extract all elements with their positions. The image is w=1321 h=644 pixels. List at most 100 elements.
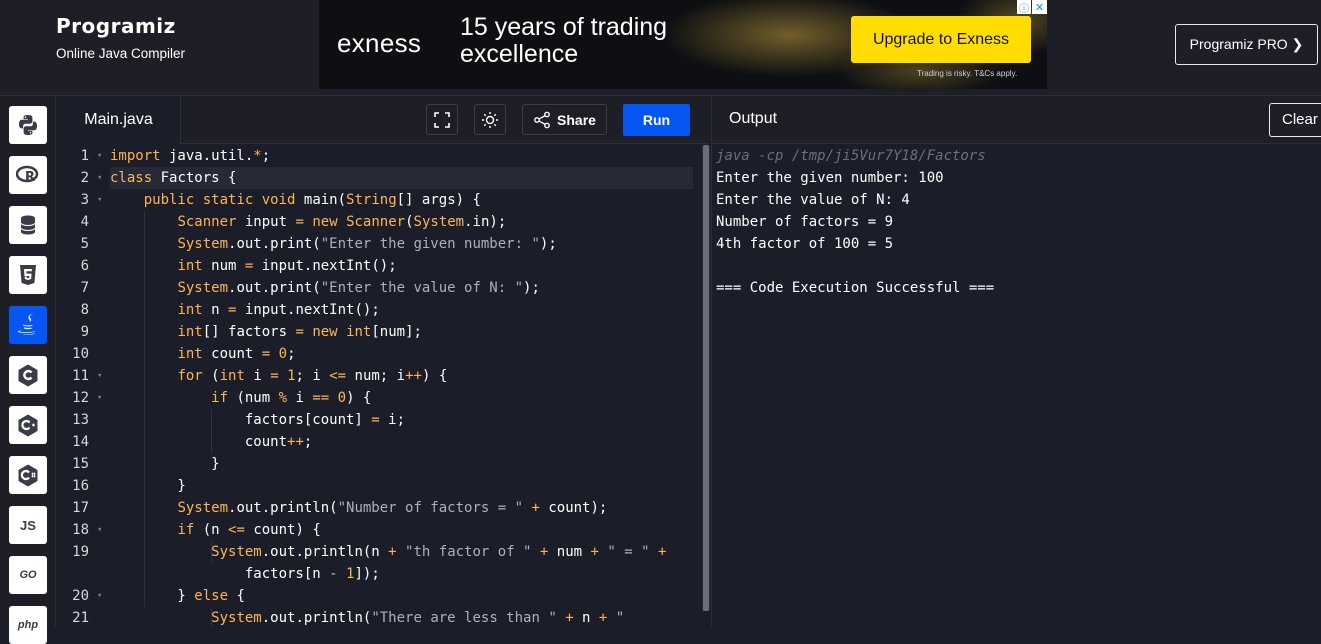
line-number: 15	[72, 456, 89, 472]
line-number: 9	[80, 324, 89, 340]
go-label: GO	[19, 569, 37, 581]
fold-arrow-icon[interactable]: ▾	[97, 189, 102, 211]
fold-arrow-icon[interactable]: ▾	[97, 585, 102, 607]
code-line: Scanner input = new Scanner(System.in);	[177, 214, 507, 230]
share-label: Share	[557, 111, 596, 128]
code-line: System.out.print("Enter the value of N: …	[177, 280, 540, 296]
database-icon[interactable]	[9, 206, 47, 244]
line-number: 18	[72, 522, 89, 538]
code-line: int num = input.nextInt();	[177, 258, 397, 274]
run-button[interactable]: Run	[623, 104, 690, 136]
output-command-line: java -cp /tmp/ji5Vur7Y18/Factors	[716, 148, 986, 164]
code-line: System.out.print("Enter the given number…	[177, 236, 557, 252]
theme-toggle-button[interactable]	[474, 104, 506, 135]
advertisement-banner[interactable]: exness 15 years of trading excellence Up…	[319, 0, 1047, 89]
code-line: import java.util.*;	[110, 148, 271, 164]
code-line: if (n <= count) {	[177, 522, 321, 538]
code-line: int count = 0;	[177, 346, 296, 362]
output-line: Enter the given number: 100	[716, 170, 944, 186]
code-area[interactable]: import java.util.*; class Factors { publ…	[110, 145, 694, 626]
c-icon[interactable]	[9, 356, 47, 394]
output-status-line: === Code Execution Successful ===	[716, 280, 995, 296]
line-number: 13	[72, 412, 89, 428]
line-number: 8	[80, 302, 89, 318]
ad-headline: 15 years of trading excellence	[460, 13, 668, 68]
fold-arrow-icon[interactable]: ▾	[97, 387, 102, 409]
line-number: 4	[80, 214, 89, 230]
share-button[interactable]: Share	[522, 104, 607, 135]
code-line: int[] factors = new int[num];	[177, 324, 422, 340]
line-number: 11	[72, 368, 89, 384]
code-editor[interactable]: 1 2 3 4 5 6 7 8 9 10 11 12 13 14 15 16 1…	[57, 145, 710, 626]
line-number-gutter: 1 2 3 4 5 6 7 8 9 10 11 12 13 14 15 16 1…	[57, 145, 107, 626]
line-number: 16	[72, 478, 89, 494]
code-line: int n = input.nextInt();	[177, 302, 380, 318]
go-icon[interactable]: GO	[9, 556, 47, 594]
fold-arrow-icon[interactable]: ▾	[97, 519, 102, 541]
line-number: 7	[80, 280, 89, 296]
php-icon[interactable]: php	[9, 606, 47, 644]
expand-icon	[434, 111, 450, 128]
java-icon[interactable]	[9, 306, 47, 344]
cpp-icon[interactable]	[9, 406, 47, 444]
code-line: System.out.println("Number of factors = …	[177, 500, 608, 516]
php-label: php	[17, 619, 39, 631]
page-subtitle: Online Java Compiler	[56, 46, 186, 61]
programiz-pro-button[interactable]: Programiz PRO ❯	[1175, 24, 1318, 65]
output-line: Enter the value of N: 4	[716, 192, 910, 208]
line-number: 2	[80, 170, 89, 186]
brand[interactable]: Programiz Online Java Compiler	[56, 14, 185, 61]
top-header: Programiz Online Java Compiler exness 15…	[0, 0, 1321, 96]
output-console[interactable]: java -cp /tmp/ji5Vur7Y18/Factors Enter t…	[711, 145, 1321, 626]
code-line: System.out.println("There are less than …	[211, 610, 625, 626]
line-number: 20	[72, 588, 89, 604]
line-number: 17	[72, 500, 89, 516]
js-icon[interactable]: JS	[9, 506, 47, 544]
js-label: JS	[20, 517, 36, 533]
code-line: factors[n - 1]);	[110, 566, 380, 582]
code-line: factors[count] = i;	[110, 412, 406, 428]
tab-main-java[interactable]: Main.java	[57, 96, 181, 144]
ad-disclaimer: Trading is risky. T&Cs apply.	[917, 69, 1018, 78]
code-line: if (num % i == 0) {	[211, 390, 372, 406]
code-line: System.out.println(n + "th factor of " +…	[211, 544, 667, 560]
output-line: 4th factor of 100 = 5	[716, 236, 894, 252]
editor-scrollbar[interactable]	[702, 145, 710, 611]
code-line: class Factors {	[110, 170, 237, 186]
line-number: 6	[80, 258, 89, 274]
sun-icon	[482, 111, 498, 128]
code-line: }	[110, 456, 220, 472]
ad-close-icon[interactable]: ✕	[1032, 0, 1047, 14]
editor-toolbar: Main.java Share Run	[57, 96, 710, 144]
output-line: Number of factors = 9	[716, 214, 894, 230]
line-number: 14	[72, 434, 89, 450]
line-number: 1	[80, 148, 89, 164]
output-title: Output	[729, 110, 778, 127]
fold-arrow-icon[interactable]: ▾	[97, 167, 102, 189]
line-number: 5	[80, 236, 89, 252]
code-line: }	[110, 478, 186, 494]
programiz-logo[interactable]: Programiz	[56, 14, 185, 38]
ad-logo[interactable]: exness	[337, 28, 421, 59]
python-icon[interactable]	[9, 106, 47, 144]
line-number: 10	[72, 346, 89, 362]
scrollbar-thumb[interactable]	[703, 145, 709, 611]
fullscreen-button[interactable]	[426, 104, 458, 135]
clear-button[interactable]: Clear	[1269, 103, 1321, 137]
share-icon	[534, 111, 550, 128]
line-number: 3	[80, 192, 89, 208]
code-line: } else {	[110, 588, 245, 604]
code-line: for (int i = 1; i <= num; i++) {	[177, 368, 448, 384]
line-number: 12	[72, 390, 89, 406]
r-icon[interactable]: R	[9, 156, 47, 194]
csharp-icon[interactable]	[9, 456, 47, 494]
output-toolbar: Output Clear	[711, 96, 1321, 144]
html5-icon[interactable]	[9, 256, 47, 294]
code-line: public static void main(String[] args) {	[143, 192, 481, 208]
ad-cta-button[interactable]: Upgrade to Exness	[851, 16, 1031, 63]
fold-arrow-icon[interactable]: ▾	[97, 145, 102, 167]
line-number: 19	[72, 544, 89, 560]
fold-arrow-icon[interactable]: ▾	[97, 365, 102, 387]
svg-text:R: R	[25, 170, 35, 185]
ad-info-icon[interactable]: ⓘ	[1017, 0, 1031, 15]
